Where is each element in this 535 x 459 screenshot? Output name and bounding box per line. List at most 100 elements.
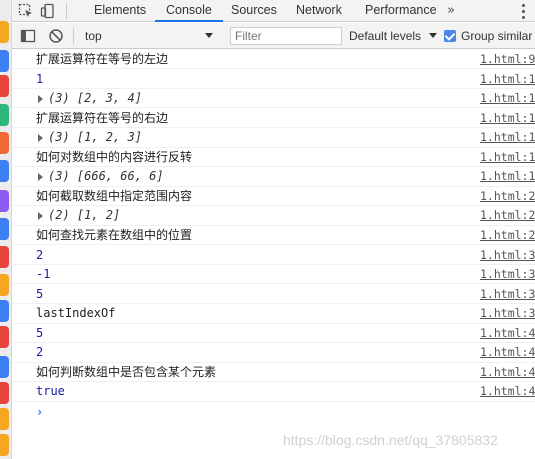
console-message-row: 如何判断数组中是否包含某个元素 1.html:45	[12, 363, 535, 383]
console-message-text: lastIndexOf	[36, 306, 116, 321]
console-message-text: 2	[36, 247, 44, 262]
devtools-tab-bar: Elements Console Sources Network Perform…	[12, 0, 535, 22]
console-message-row: (3) [1, 2, 3] 1.html:16	[12, 128, 535, 148]
inspect-element-icon[interactable]	[18, 3, 34, 19]
tab-network[interactable]: Network	[296, 0, 342, 22]
source-link[interactable]: 1.html:43	[480, 326, 535, 341]
console-message-row: (3) [2, 3, 4] 1.html:12	[12, 89, 535, 109]
prompt-caret-icon: ›	[36, 405, 44, 419]
app-shortcut-icon[interactable]	[0, 218, 9, 240]
toolbar-divider	[73, 28, 74, 44]
expand-triangle-icon[interactable]	[38, 95, 43, 104]
source-link[interactable]: 1.html:9	[480, 52, 535, 67]
log-levels-select[interactable]: Default levels	[349, 28, 421, 44]
console-message-row: 2 1.html:32	[12, 246, 535, 265]
console-message-text: 5	[36, 325, 44, 340]
expand-triangle-icon[interactable]	[38, 173, 43, 182]
app-shortcut-icon[interactable]	[0, 356, 9, 378]
source-link[interactable]: 1.html:47	[480, 384, 535, 399]
expand-triangle-icon[interactable]	[38, 212, 43, 221]
console-message-row: lastIndexOf 1.html:39	[12, 304, 535, 324]
console-sidebar-icon[interactable]	[20, 28, 36, 44]
console-message-text: 如何判断数组中是否包含某个元素	[36, 364, 217, 379]
app-shortcut-icon[interactable]	[0, 434, 9, 456]
console-message-text: 如何查找元素在数组中的位置	[36, 227, 193, 242]
console-message-row: (3) [666, 66, 6] 1.html:19	[12, 167, 535, 187]
source-link[interactable]: 1.html:19	[480, 169, 535, 184]
source-link[interactable]: 1.html:20	[480, 189, 535, 204]
console-toolbar: top Default levels Group similar	[12, 23, 535, 49]
source-link[interactable]: 1.html:45	[480, 365, 535, 380]
console-message-text: 1	[36, 71, 44, 86]
console-message-row: 扩展运算符在等号的右边 1.html:13	[12, 109, 535, 129]
app-shortcut-icon[interactable]	[0, 326, 9, 348]
app-shortcut-icon[interactable]	[0, 274, 9, 296]
array-preview[interactable]: (3) [2, 3, 4]	[48, 91, 142, 106]
group-similar-checkbox[interactable]	[444, 30, 456, 42]
group-similar-label: Group similar	[461, 29, 533, 43]
console-message-row: 1 1.html:12	[12, 70, 535, 89]
toolbar-divider	[66, 3, 67, 19]
source-link[interactable]: 1.html:39	[480, 306, 535, 321]
source-link[interactable]: 1.html:38	[480, 287, 535, 302]
app-shortcut-icon[interactable]	[0, 50, 9, 72]
source-link[interactable]: 1.html:24	[480, 208, 535, 223]
console-message-text: 扩展运算符在等号的左边	[36, 52, 169, 66]
app-shortcut-icon[interactable]	[0, 246, 9, 268]
context-select[interactable]: top	[85, 28, 215, 44]
source-link[interactable]: 1.html:16	[480, 130, 535, 145]
console-message-text: 扩展运算符在等号的右边	[36, 110, 169, 125]
array-preview[interactable]: (2) [1, 2]	[48, 208, 120, 223]
console-message-row: 如何对数组中的内容进行反转 1.html:17	[12, 148, 535, 168]
source-link[interactable]: 1.html:33	[480, 267, 535, 282]
console-message-row: 5 1.html:43	[12, 324, 535, 344]
tab-sources[interactable]: Sources	[231, 0, 277, 22]
console-message-text: 5	[36, 286, 44, 301]
console-message-row: 5 1.html:38	[12, 285, 535, 304]
array-preview[interactable]: (3) [1, 2, 3]	[48, 130, 142, 145]
app-shortcut-icon[interactable]	[0, 21, 9, 43]
kebab-menu-icon[interactable]	[515, 3, 531, 19]
console-message-text: 如何对数组中的内容进行反转	[36, 149, 193, 164]
device-toolbar-icon[interactable]	[40, 3, 56, 19]
console-message-row: 2 1.html:44	[12, 343, 535, 363]
source-link[interactable]: 1.html:32	[480, 248, 535, 263]
console-message-row: true 1.html:47	[12, 382, 535, 402]
source-link[interactable]: 1.html:12	[480, 72, 535, 87]
console-prompt[interactable]: ›	[12, 402, 535, 422]
console-message-text: 2	[36, 345, 44, 360]
app-shortcut-icon[interactable]	[0, 132, 9, 154]
console-message-row: -1 1.html:33	[12, 265, 535, 285]
array-preview[interactable]: (3) [666, 66, 6]	[48, 169, 164, 184]
source-link[interactable]: 1.html:12	[480, 91, 535, 106]
tab-performance[interactable]: Performance	[365, 0, 437, 22]
app-icon-strip	[0, 0, 12, 459]
console-message-row: (2) [1, 2] 1.html:24	[12, 206, 535, 226]
tab-console[interactable]: Console	[155, 0, 223, 22]
app-shortcut-icon[interactable]	[0, 104, 9, 126]
app-shortcut-icon[interactable]	[0, 300, 9, 322]
chevron-down-icon	[429, 33, 437, 38]
console-message-row: 如何截取数组中指定范围内容 1.html:20	[12, 187, 535, 207]
filter-input[interactable]	[230, 27, 342, 45]
expand-triangle-icon[interactable]	[38, 134, 43, 143]
app-shortcut-icon[interactable]	[0, 75, 9, 97]
console-log-area: 扩展运算符在等号的左边1.html:911.html:12(3) [2, 3, …	[12, 50, 535, 459]
source-link[interactable]: 1.html:25	[480, 228, 535, 243]
app-shortcut-icon[interactable]	[0, 408, 9, 430]
console-message-text: true	[36, 384, 65, 399]
console-message-row: 扩展运算符在等号的左边 1.html:9	[12, 50, 535, 70]
source-link[interactable]: 1.html:44	[480, 345, 535, 360]
source-link[interactable]: 1.html:13	[480, 111, 535, 126]
more-tabs-icon[interactable]: »	[447, 0, 455, 22]
console-message-text: -1	[36, 267, 51, 282]
app-shortcut-icon[interactable]	[0, 382, 9, 404]
console-message-text: 如何截取数组中指定范围内容	[36, 188, 193, 203]
console-message-row: 如何查找元素在数组中的位置 1.html:25	[12, 226, 535, 246]
app-shortcut-icon[interactable]	[0, 190, 9, 212]
clear-console-icon[interactable]	[48, 28, 64, 44]
tab-elements[interactable]: Elements	[94, 0, 146, 22]
source-link[interactable]: 1.html:17	[480, 150, 535, 165]
chevron-down-icon	[205, 33, 213, 38]
app-shortcut-icon[interactable]	[0, 160, 9, 182]
